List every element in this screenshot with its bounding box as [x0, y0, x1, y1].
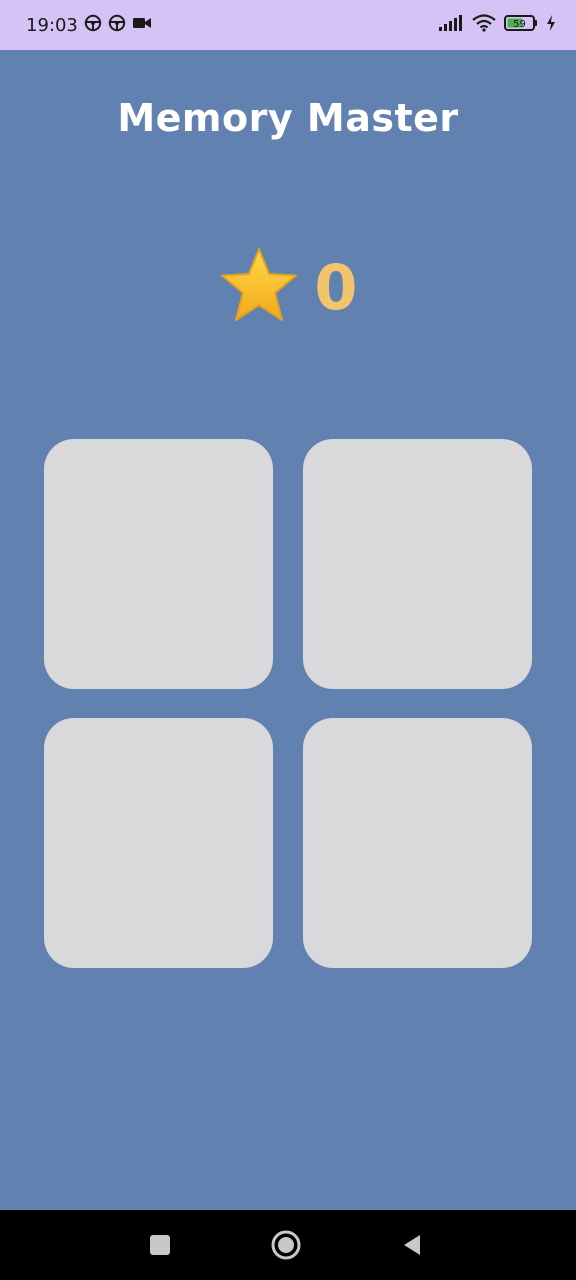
- status-bar: 19:03 59: [0, 0, 576, 50]
- video-camera-icon: [132, 15, 152, 36]
- score-value: 0: [314, 251, 358, 324]
- signal-icon: [438, 14, 464, 37]
- memory-card[interactable]: [44, 718, 273, 968]
- status-right: 59: [438, 13, 556, 37]
- battery-icon: 59: [504, 14, 538, 37]
- navigation-bar: [0, 1210, 576, 1280]
- charging-bolt-icon: [546, 14, 556, 37]
- recents-button[interactable]: [143, 1230, 177, 1264]
- back-icon: [400, 1233, 424, 1261]
- status-time: 19:03: [26, 14, 78, 36]
- steering-wheel-icon: [84, 14, 102, 37]
- memory-card[interactable]: [303, 718, 532, 968]
- home-icon: [270, 1229, 302, 1265]
- status-left: 19:03: [26, 14, 152, 37]
- game-screen: Memory Master 0: [0, 50, 576, 1210]
- memory-card[interactable]: [303, 439, 532, 689]
- wifi-icon: [472, 13, 496, 37]
- steering-wheel-icon: [108, 14, 126, 37]
- back-button[interactable]: [395, 1230, 429, 1264]
- recents-icon: [148, 1233, 172, 1261]
- page-title: Memory Master: [117, 96, 459, 140]
- star-icon: [218, 246, 300, 330]
- memory-card[interactable]: [44, 439, 273, 689]
- score-display: 0: [0, 246, 576, 330]
- battery-level-text: 59: [513, 19, 526, 30]
- home-button[interactable]: [269, 1230, 303, 1264]
